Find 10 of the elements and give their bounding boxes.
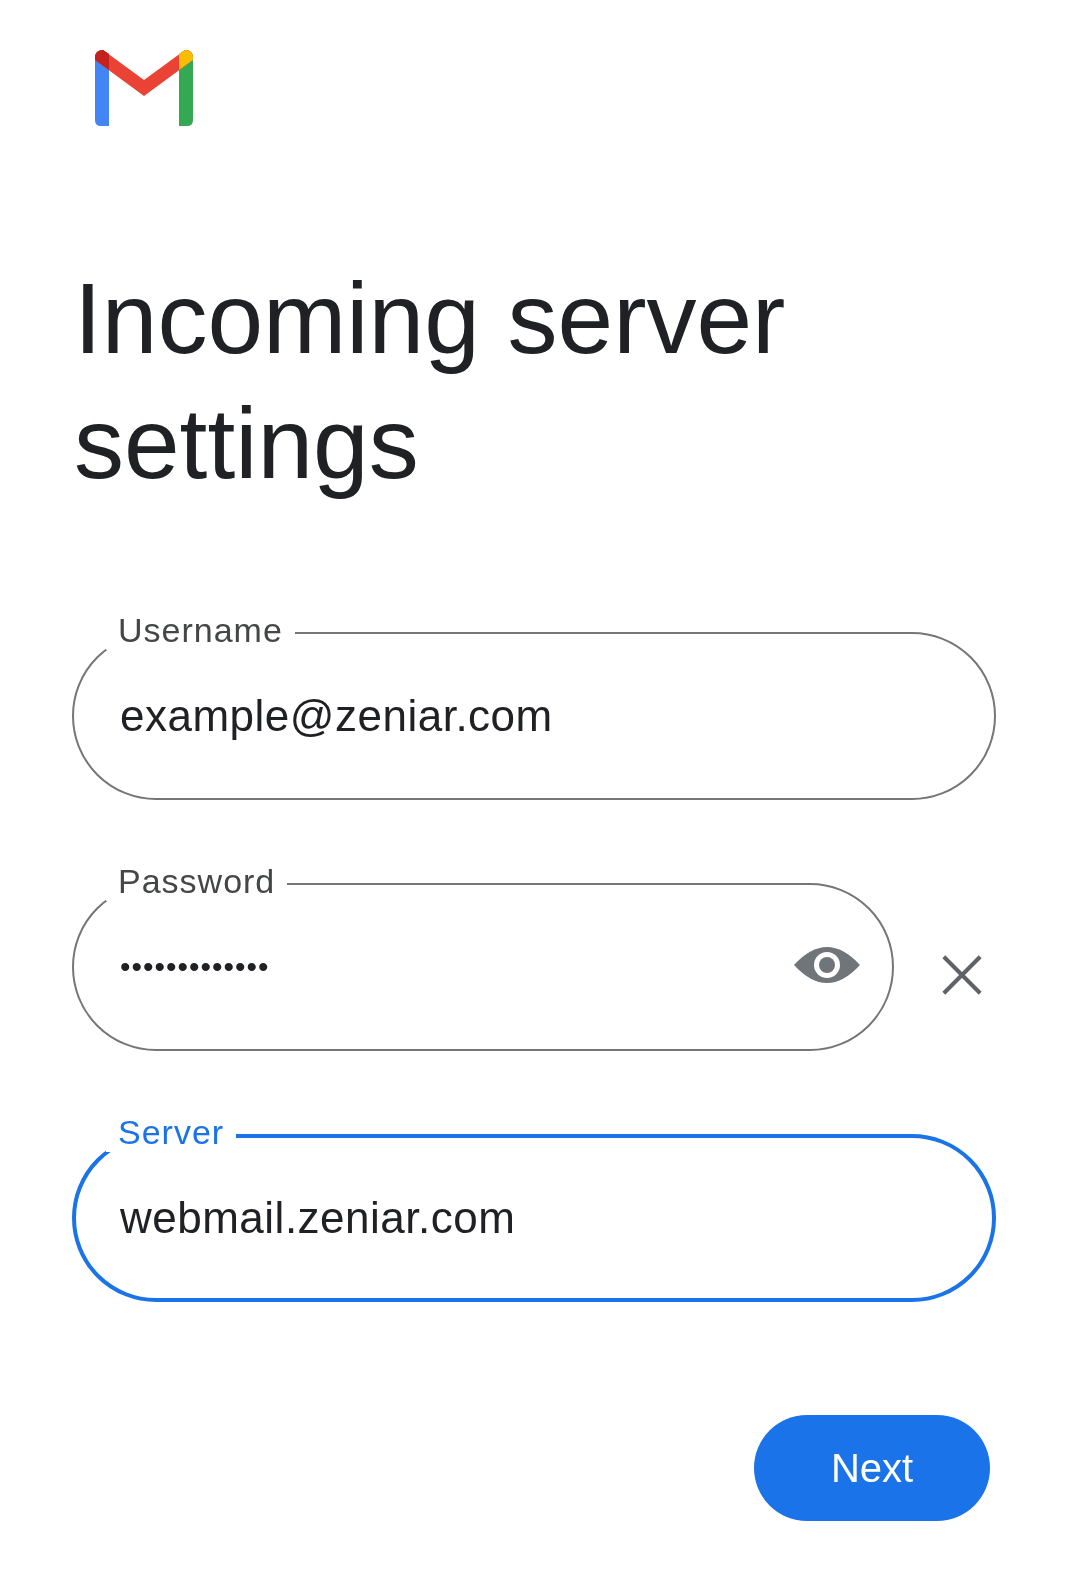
input-field[interactable]: Server webmail.zeniar.com <box>72 1112 996 1302</box>
field-value: example@zeniar.com <box>120 691 553 741</box>
input-field[interactable]: Username example@zeniar.com <box>72 610 996 800</box>
close-icon[interactable] <box>942 955 982 995</box>
field-value: webmail.zeniar.com <box>120 1193 516 1243</box>
next-button[interactable]: Next <box>754 1415 990 1521</box>
input-field[interactable]: Password ••••••••••••• <box>72 861 894 1051</box>
field-value: ••••••••••••• <box>120 950 270 984</box>
mail-logo-icon <box>95 50 193 126</box>
page-title: Incoming server settings <box>74 261 787 501</box>
